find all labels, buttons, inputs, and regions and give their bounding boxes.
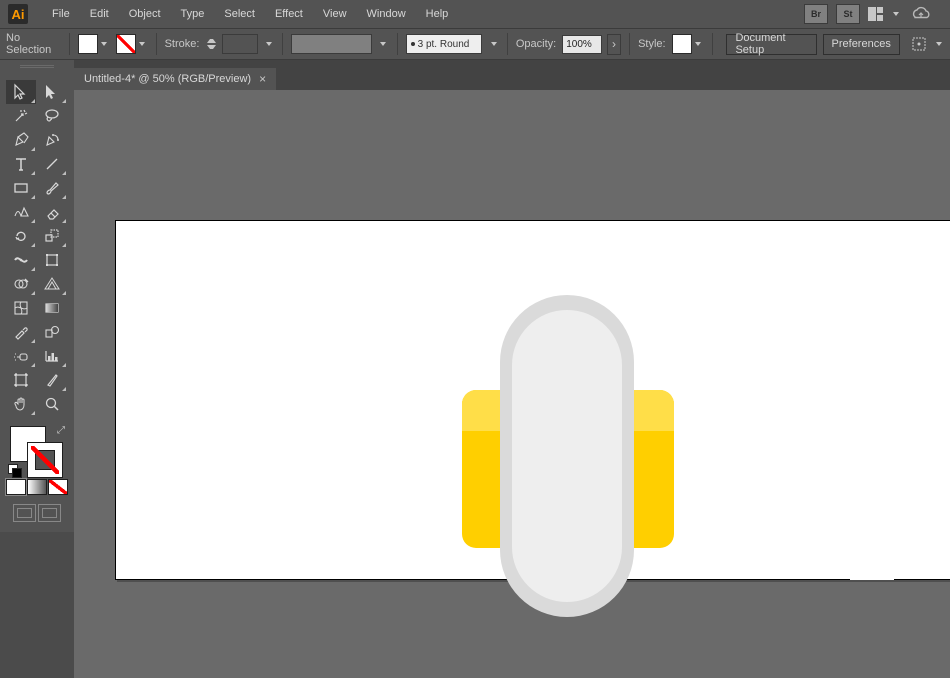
default-fill-stroke-icon[interactable] <box>8 464 20 476</box>
type-tool[interactable] <box>6 152 36 176</box>
fill-stroke-control[interactable]: ⤢ <box>7 424 67 476</box>
stroke-label: Stroke: <box>165 38 200 50</box>
stroke-weight-stepper[interactable] <box>207 35 216 53</box>
menu-help[interactable]: Help <box>416 0 459 28</box>
lasso-tool[interactable] <box>37 104 67 128</box>
menu-type[interactable]: Type <box>171 0 215 28</box>
pen-tool[interactable] <box>6 128 36 152</box>
paintbrush-tool[interactable] <box>37 176 67 200</box>
color-mode-row <box>0 478 74 496</box>
stroke-swatch[interactable] <box>116 34 148 54</box>
bridge-button[interactable]: Br <box>804 4 828 24</box>
selection-status: No Selection <box>6 32 61 56</box>
opacity-field[interactable]: 100% <box>562 35 602 54</box>
sync-settings-icon[interactable] <box>910 6 932 22</box>
color-mode-button[interactable] <box>6 479 26 495</box>
arrange-documents-icon[interactable] <box>868 5 902 23</box>
menu-view[interactable]: View <box>313 0 357 28</box>
selection-tool[interactable] <box>6 80 36 104</box>
document-setup-button[interactable]: Document Setup <box>726 34 816 55</box>
document-tab[interactable]: Untitled-4* @ 50% (RGB/Preview) × <box>74 68 276 90</box>
eraser-tool[interactable] <box>37 200 67 224</box>
align-to-button[interactable] <box>910 34 928 54</box>
close-icon[interactable]: × <box>259 72 266 86</box>
gradient-mode-button[interactable] <box>27 479 47 495</box>
graphic-style-swatch[interactable] <box>672 34 704 54</box>
chevron-down-icon[interactable] <box>378 35 389 53</box>
perspective-grid-tool[interactable] <box>37 272 67 296</box>
style-label: Style: <box>638 38 666 50</box>
stroke-weight-field[interactable] <box>222 34 257 54</box>
menu-file[interactable]: File <box>42 0 80 28</box>
direct-selection-tool[interactable] <box>37 80 67 104</box>
variable-width-profile[interactable]: 3 pt. Round <box>406 34 483 54</box>
opacity-flyout[interactable] <box>607 34 621 55</box>
symbol-sprayer-tool[interactable] <box>6 344 36 368</box>
artwork-pill-inner <box>512 310 622 602</box>
canvas-area[interactable] <box>74 90 950 678</box>
free-transform-tool[interactable] <box>37 248 67 272</box>
gradient-tool[interactable] <box>37 296 67 320</box>
menu-effect[interactable]: Effect <box>265 0 313 28</box>
menu-object[interactable]: Object <box>119 0 171 28</box>
screen-mode-button[interactable] <box>38 504 61 522</box>
curvature-tool[interactable] <box>37 128 67 152</box>
toolbox-panel: ⤢ <box>0 60 74 532</box>
swap-fill-stroke-icon[interactable]: ⤢ <box>57 425 65 436</box>
rotate-tool[interactable] <box>6 224 36 248</box>
none-mode-button[interactable] <box>48 479 68 495</box>
zoom-tool[interactable] <box>37 392 67 416</box>
app-logo: Ai <box>8 4 28 24</box>
line-segment-tool[interactable] <box>37 152 67 176</box>
column-graph-tool[interactable] <box>37 344 67 368</box>
eyedropper-tool[interactable] <box>6 320 36 344</box>
document-tab-title: Untitled-4* @ 50% (RGB/Preview) <box>84 73 251 85</box>
menu-bar: Ai File Edit Object Type Select Effect V… <box>0 0 950 28</box>
chevron-down-icon <box>890 5 902 23</box>
shape-builder-tool[interactable] <box>6 272 36 296</box>
hand-tool[interactable] <box>6 392 36 416</box>
brush-definition[interactable] <box>291 34 372 54</box>
shaper-tool[interactable] <box>6 200 36 224</box>
menu-edit[interactable]: Edit <box>80 0 119 28</box>
control-bar: No Selection Stroke: 3 pt. Round Opacity… <box>0 28 950 60</box>
stroke-color-box[interactable] <box>27 442 63 478</box>
mesh-tool[interactable] <box>6 296 36 320</box>
width-tool[interactable] <box>6 248 36 272</box>
fill-swatch[interactable] <box>78 34 110 54</box>
chevron-down-icon[interactable] <box>264 35 275 53</box>
chevron-down-icon <box>692 35 704 53</box>
stock-button[interactable]: St <box>836 4 860 24</box>
scale-tool[interactable] <box>37 224 67 248</box>
document-tab-bar: Untitled-4* @ 50% (RGB/Preview) × <box>74 60 950 90</box>
chevron-down-icon <box>98 35 110 53</box>
screen-mode-row <box>0 496 74 532</box>
blend-tool[interactable] <box>37 320 67 344</box>
chevron-down-icon[interactable] <box>933 35 944 53</box>
chevron-down-icon[interactable] <box>488 35 499 53</box>
rectangle-tool[interactable] <box>6 176 36 200</box>
preferences-button[interactable]: Preferences <box>823 34 900 55</box>
artboard-tool[interactable] <box>6 368 36 392</box>
opacity-label: Opacity: <box>516 38 556 50</box>
draw-mode-button[interactable] <box>13 504 36 522</box>
magic-wand-tool[interactable] <box>6 104 36 128</box>
slice-tool[interactable] <box>37 368 67 392</box>
stroke-profile-label: 3 pt. Round <box>418 39 470 50</box>
chevron-down-icon <box>136 35 148 53</box>
menu-select[interactable]: Select <box>214 0 265 28</box>
menu-window[interactable]: Window <box>357 0 416 28</box>
